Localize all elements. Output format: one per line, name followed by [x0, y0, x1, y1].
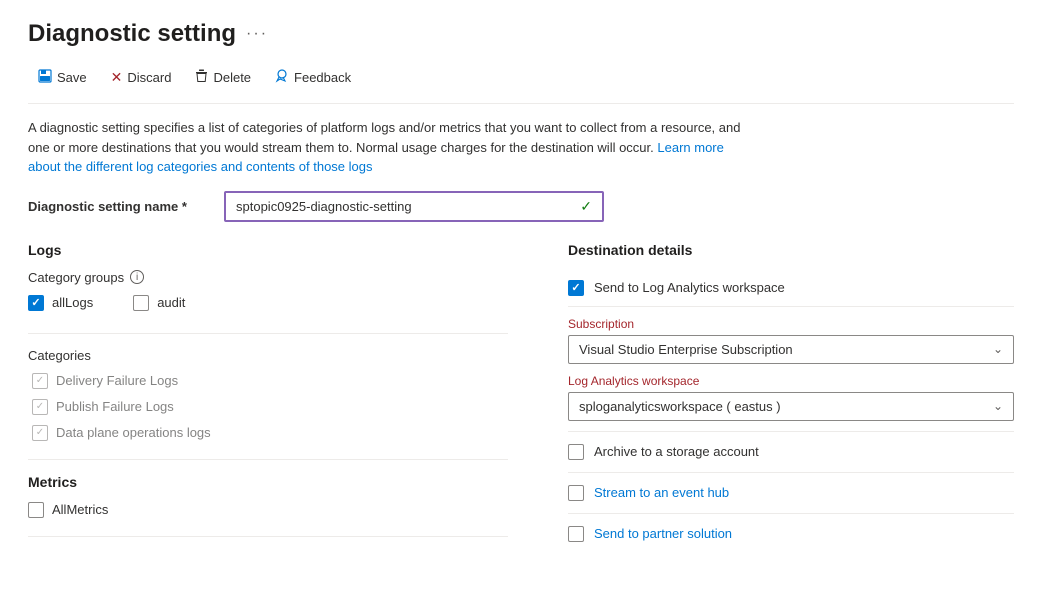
- subscription-section: Subscription Visual Studio Enterprise Su…: [568, 317, 1014, 364]
- data-plane-checkbox[interactable]: [32, 425, 48, 441]
- send-log-analytics-label: Send to Log Analytics workspace: [594, 280, 785, 295]
- category-groups-row: allLogs audit: [28, 295, 508, 319]
- delivery-failure-row: Delivery Failure Logs: [28, 373, 508, 389]
- diagnostic-name-input[interactable]: [236, 199, 572, 214]
- all-metrics-checkbox[interactable]: [28, 502, 44, 518]
- toolbar: Save ✕ Discard Delete Feedback: [28, 64, 1014, 104]
- delete-label: Delete: [213, 70, 251, 85]
- log-analytics-workspace-section: Log Analytics workspace sploganalyticswo…: [568, 374, 1014, 421]
- partner-label[interactable]: Send to partner solution: [594, 526, 732, 541]
- subscription-value: Visual Studio Enterprise Subscription: [579, 342, 793, 357]
- delivery-failure-label: Delivery Failure Logs: [56, 373, 178, 388]
- all-metrics-label: AllMetrics: [52, 502, 108, 517]
- publish-failure-row: Publish Failure Logs: [28, 399, 508, 415]
- logs-divider: [28, 333, 508, 334]
- diagnostic-name-label: Diagnostic setting name *: [28, 199, 208, 214]
- log-analytics-workspace-dropdown[interactable]: sploganalyticsworkspace ( eastus ) ⌄: [568, 392, 1014, 421]
- archive-checkbox[interactable]: [568, 444, 584, 460]
- subscription-chevron-icon: ⌄: [993, 342, 1003, 356]
- feedback-icon: [275, 69, 289, 86]
- stream-label[interactable]: Stream to an event hub: [594, 485, 729, 500]
- category-groups-subsection: Category groups i: [28, 270, 508, 285]
- feedback-label: Feedback: [294, 70, 351, 85]
- main-content: Logs Category groups i allLogs audit Cat…: [28, 242, 1014, 554]
- send-log-analytics-row: Send to Log Analytics workspace: [568, 270, 1014, 307]
- log-analytics-workspace-label: Log Analytics workspace: [568, 374, 1014, 388]
- diagnostic-name-input-wrapper[interactable]: ✓: [224, 191, 604, 222]
- audit-label: audit: [157, 295, 185, 310]
- alllogs-checkbox[interactable]: [28, 295, 44, 311]
- delete-icon: [195, 69, 208, 86]
- delete-button[interactable]: Delete: [185, 64, 261, 91]
- archive-row: Archive to a storage account: [568, 431, 1014, 472]
- partner-row: Send to partner solution: [568, 513, 1014, 554]
- archive-label: Archive to a storage account: [594, 444, 759, 459]
- feedback-button[interactable]: Feedback: [265, 64, 361, 91]
- log-analytics-workspace-value: sploganalyticsworkspace ( eastus ): [579, 399, 781, 414]
- discard-label: Discard: [127, 70, 171, 85]
- right-panel: Destination details Send to Log Analytic…: [568, 242, 1014, 554]
- left-panel: Logs Category groups i allLogs audit Cat…: [28, 242, 508, 554]
- publish-failure-checkbox[interactable]: [32, 399, 48, 415]
- data-plane-row: Data plane operations logs: [28, 425, 508, 441]
- diagnostic-setting-name-field: Diagnostic setting name * ✓: [28, 191, 1014, 222]
- alllogs-checkbox-row: allLogs: [28, 295, 93, 311]
- delivery-failure-checkbox[interactable]: [32, 373, 48, 389]
- categories-label: Categories: [28, 348, 508, 363]
- destination-title: Destination details: [568, 242, 1014, 258]
- discard-button[interactable]: ✕ Discard: [101, 64, 182, 91]
- subscription-label: Subscription: [568, 317, 1014, 331]
- discard-icon: ✕: [111, 69, 123, 86]
- metrics-section-title: Metrics: [28, 474, 508, 490]
- data-plane-label: Data plane operations logs: [56, 425, 211, 440]
- partner-checkbox[interactable]: [568, 526, 584, 542]
- save-icon: [38, 69, 52, 86]
- subscription-dropdown[interactable]: Visual Studio Enterprise Subscription ⌄: [568, 335, 1014, 364]
- bottom-divider: [28, 536, 508, 537]
- log-analytics-workspace-chevron-icon: ⌄: [993, 399, 1003, 413]
- publish-failure-label: Publish Failure Logs: [56, 399, 174, 414]
- logs-section-title: Logs: [28, 242, 508, 258]
- alllogs-label: allLogs: [52, 295, 93, 310]
- stream-checkbox[interactable]: [568, 485, 584, 501]
- audit-checkbox-row: audit: [133, 295, 185, 311]
- save-label: Save: [57, 70, 87, 85]
- save-button[interactable]: Save: [28, 64, 97, 91]
- stream-row: Stream to an event hub: [568, 472, 1014, 513]
- page-title: Diagnostic setting: [28, 20, 236, 48]
- category-groups-info-icon[interactable]: i: [130, 270, 144, 284]
- audit-checkbox[interactable]: [133, 295, 149, 311]
- validation-check-icon: ✓: [580, 198, 592, 215]
- metrics-divider: [28, 459, 508, 460]
- metrics-section: Metrics AllMetrics: [28, 474, 508, 518]
- all-metrics-row: AllMetrics: [28, 502, 508, 518]
- send-log-analytics-checkbox[interactable]: [568, 280, 584, 296]
- description-text: A diagnostic setting specifies a list of…: [28, 118, 748, 177]
- ellipsis-menu-button[interactable]: ···: [246, 25, 268, 43]
- category-groups-label: Category groups: [28, 270, 124, 285]
